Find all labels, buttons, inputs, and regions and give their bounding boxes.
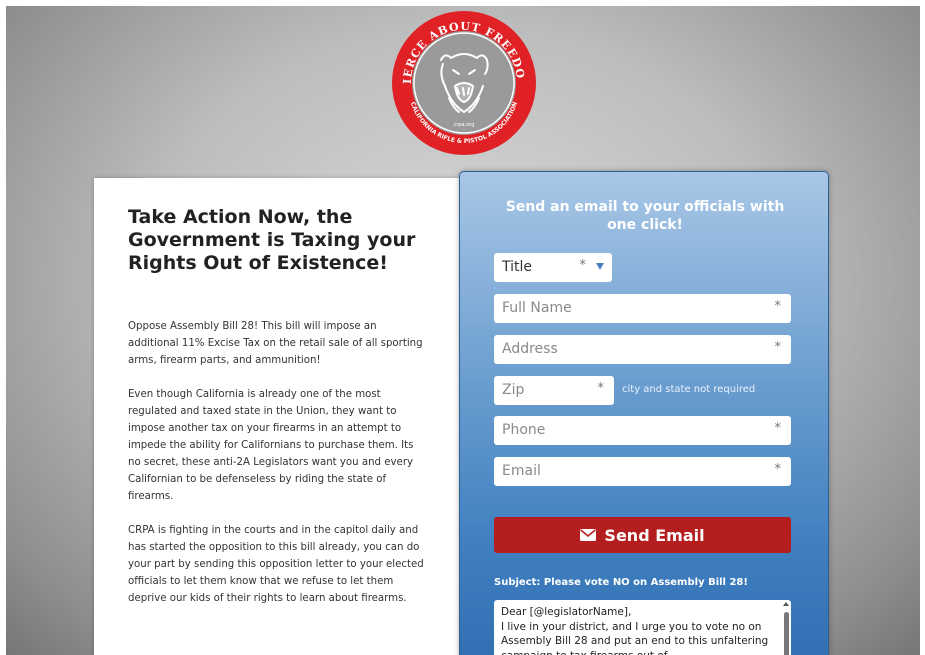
article-paragraph: Oppose Assembly Bill 28! This bill will …: [128, 321, 423, 366]
required-marker: *: [774, 299, 782, 314]
article-paragraph: Even though California is already one of…: [128, 389, 414, 502]
crpa-logo: FIERCE ABOUT FREEDOM CALIFORNIA RIFLE & …: [389, 8, 536, 155]
scrollbar-thumb[interactable]: [784, 612, 789, 655]
email-subject: Subject: Please vote NO on Assembly Bill…: [494, 577, 748, 588]
email-input[interactable]: Email *: [494, 457, 791, 486]
full-name-placeholder: Full Name: [502, 300, 572, 316]
page-background: FIERCE ABOUT FREEDOM CALIFORNIA RIFLE & …: [6, 6, 920, 655]
message-textarea[interactable]: Dear [@legislatorName], I live in your d…: [494, 600, 791, 655]
email-form-panel: Send an email to your officials with one…: [459, 171, 829, 655]
chevron-down-icon: [596, 263, 604, 270]
send-button-label: Send Email: [604, 525, 705, 545]
address-placeholder: Address: [502, 341, 558, 357]
required-marker: *: [597, 381, 605, 396]
required-marker: *: [774, 340, 782, 355]
email-placeholder: Email: [502, 463, 541, 479]
zip-note: city and state not required: [622, 384, 756, 395]
article-card: Take Action Now, the Government is Taxin…: [94, 178, 460, 655]
scroll-up-icon[interactable]: [783, 602, 789, 606]
required-marker: *: [774, 421, 782, 436]
message-text: Dear [@legislatorName], I live in your d…: [501, 606, 769, 655]
form-heading: Send an email to your officials with one…: [505, 199, 785, 233]
article-body: Oppose Assembly Bill 28! This bill will …: [128, 318, 428, 624]
required-marker: *: [774, 462, 782, 477]
envelope-icon: [580, 529, 597, 541]
full-name-input[interactable]: Full Name *: [494, 294, 791, 323]
logo-site-text: crpa.org: [454, 122, 475, 128]
zip-input[interactable]: Zip *: [494, 376, 614, 405]
phone-input[interactable]: Phone *: [494, 416, 791, 445]
phone-placeholder: Phone: [502, 422, 546, 438]
article-title: Take Action Now, the Government is Taxin…: [128, 206, 416, 274]
required-marker: *: [579, 258, 587, 273]
send-email-button[interactable]: Send Email: [494, 517, 791, 553]
zip-placeholder: Zip: [502, 382, 525, 398]
title-select-value: Title: [502, 259, 533, 275]
title-select[interactable]: Title *: [494, 253, 612, 282]
article-paragraph: CRPA is fighting in the courts and in th…: [128, 525, 424, 604]
address-input[interactable]: Address *: [494, 335, 791, 364]
